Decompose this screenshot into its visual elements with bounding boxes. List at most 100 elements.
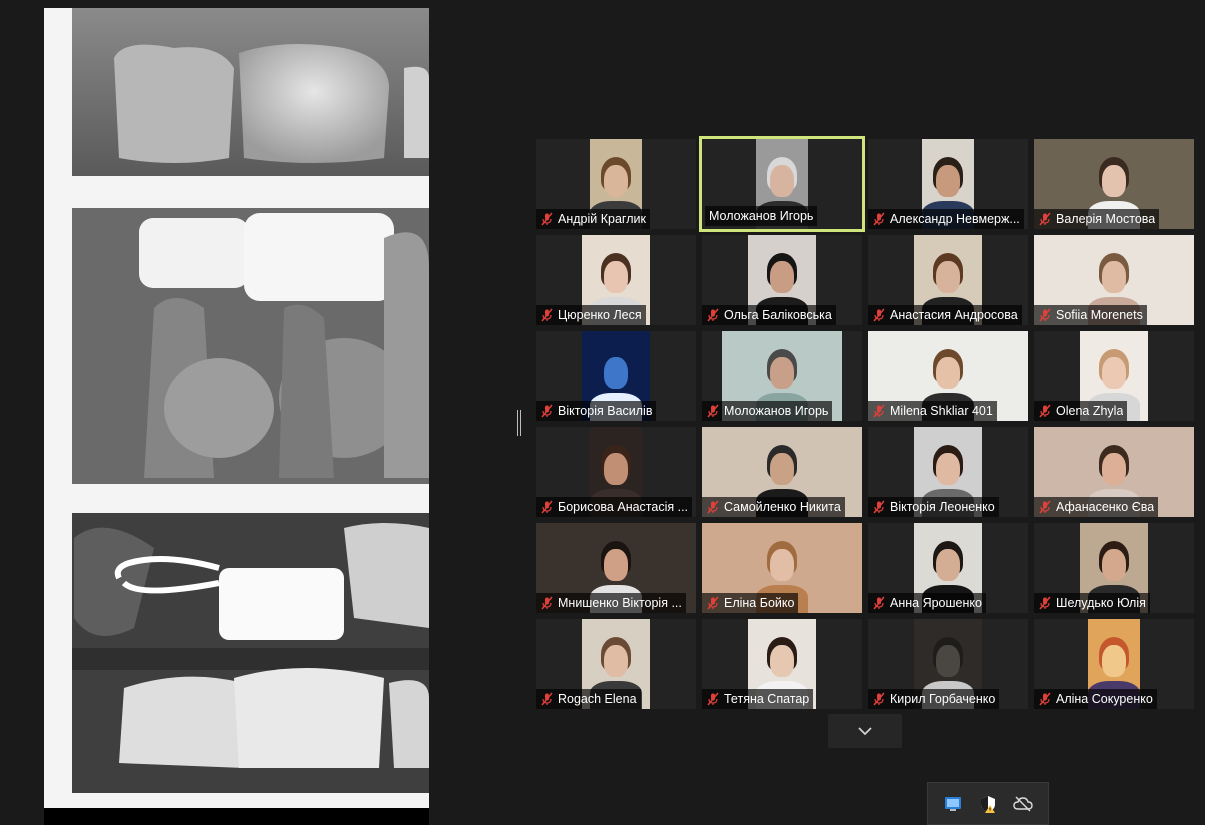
muted-microphone-icon bbox=[872, 596, 886, 610]
participant-name: Olena Zhyla bbox=[1056, 404, 1124, 418]
muted-microphone-icon bbox=[540, 692, 554, 706]
network-icon[interactable] bbox=[942, 793, 964, 815]
muted-microphone-icon bbox=[706, 692, 720, 706]
participant-tile[interactable]: Тетяна Спатар bbox=[702, 619, 862, 709]
participant-name-bar: Sofiia Morenets bbox=[1034, 305, 1147, 325]
participant-name-bar: Анастасия Андросова bbox=[868, 305, 1022, 325]
participant-name-bar: Моложанов Игорь bbox=[705, 206, 818, 226]
muted-microphone-icon bbox=[540, 500, 554, 514]
participant-name: Афанасенко Єва bbox=[1056, 500, 1155, 514]
muted-microphone-icon bbox=[872, 500, 886, 514]
dental-xray-image bbox=[44, 8, 429, 808]
participant-name-bar: Olena Zhyla bbox=[1034, 401, 1128, 421]
participant-tile[interactable]: Анастасия Андросова bbox=[868, 235, 1028, 325]
participant-tile[interactable]: Кирил Горбаченко bbox=[868, 619, 1028, 709]
participant-name: Валерія Мостова bbox=[1056, 212, 1156, 226]
muted-microphone-icon bbox=[872, 212, 886, 226]
participant-name: Вікторія Василів bbox=[558, 404, 653, 418]
participant-tile[interactable]: Шелудько Юлія bbox=[1034, 523, 1194, 613]
participant-name: Кирил Горбаченко bbox=[890, 692, 996, 706]
participant-name-bar: Андрій Краглик bbox=[536, 209, 650, 229]
participant-name-bar: Самойленко Никита bbox=[702, 497, 845, 517]
participant-tile[interactable]: Моложанов Игорь bbox=[702, 331, 862, 421]
participant-name: Еліна Бойко bbox=[724, 596, 795, 610]
participant-tile[interactable]: Афанасенко Єва bbox=[1034, 427, 1194, 517]
participant-name-bar: Цюренко Леся bbox=[536, 305, 646, 325]
participant-name-bar: Вікторія Леоненко bbox=[868, 497, 999, 517]
shared-screen-footer bbox=[44, 808, 429, 825]
participant-name-bar: Анна Ярошенко bbox=[868, 593, 986, 613]
participant-name: Rogach Elena bbox=[558, 692, 637, 706]
participant-name: Александр Невмерж... bbox=[890, 212, 1020, 226]
participant-name-bar: Аліна Сокуренко bbox=[1034, 689, 1157, 709]
muted-microphone-icon bbox=[706, 404, 720, 418]
participant-name: Самойленко Никита bbox=[724, 500, 841, 514]
participant-name: Шелудько Юлія bbox=[1056, 596, 1146, 610]
participant-name-bar: Ольга Баліковська bbox=[702, 305, 836, 325]
participant-name: Моложанов Игорь bbox=[709, 209, 814, 223]
muted-microphone-icon bbox=[706, 500, 720, 514]
muted-microphone-icon bbox=[706, 596, 720, 610]
participant-tile[interactable]: Вікторія Василів bbox=[536, 331, 696, 421]
muted-microphone-icon bbox=[1038, 212, 1052, 226]
participant-tile[interactable]: Александр Невмерж... bbox=[868, 139, 1028, 229]
participant-name-bar: Валерія Мостова bbox=[1034, 209, 1160, 229]
participant-tile[interactable]: Аліна Сокуренко bbox=[1034, 619, 1194, 709]
participant-name: Sofiia Morenets bbox=[1056, 308, 1143, 322]
muted-microphone-icon bbox=[540, 212, 554, 226]
participant-tile[interactable]: Валерія Мостова bbox=[1034, 139, 1194, 229]
muted-microphone-icon bbox=[1038, 596, 1052, 610]
resize-handle[interactable] bbox=[517, 410, 521, 436]
participant-tile[interactable]: Анна Ярошенко bbox=[868, 523, 1028, 613]
muted-microphone-icon bbox=[540, 404, 554, 418]
participant-name: Вікторія Леоненко bbox=[890, 500, 995, 514]
participant-tile[interactable]: Цюренко Леся bbox=[536, 235, 696, 325]
participant-name: Milena Shkliar 401 bbox=[890, 404, 993, 418]
muted-microphone-icon bbox=[1038, 500, 1052, 514]
participant-name-bar: Milena Shkliar 401 bbox=[868, 401, 997, 421]
muted-microphone-icon bbox=[872, 308, 886, 322]
participant-tile[interactable]: Еліна Бойко bbox=[702, 523, 862, 613]
participant-tile[interactable]: Sofiia Morenets bbox=[1034, 235, 1194, 325]
participant-tile[interactable]: Ольга Баліковська bbox=[702, 235, 862, 325]
participant-name: Моложанов Игорь bbox=[724, 404, 829, 418]
shared-screen bbox=[44, 8, 429, 825]
muted-microphone-icon bbox=[706, 308, 720, 322]
participant-tile[interactable]: Самойленко Никита bbox=[702, 427, 862, 517]
scroll-down-button[interactable] bbox=[828, 714, 902, 748]
participant-name: Тетяна Спатар bbox=[724, 692, 810, 706]
participant-tile[interactable]: Борисова Анастасія ... bbox=[536, 427, 696, 517]
participant-name-bar: Афанасенко Єва bbox=[1034, 497, 1159, 517]
participant-tile[interactable]: Milena Shkliar 401 bbox=[868, 331, 1028, 421]
participant-name-bar: Мнишенко Вікторія ... bbox=[536, 593, 686, 613]
participant-tile[interactable]: Olena Zhyla bbox=[1034, 331, 1194, 421]
participant-name-bar: Rogach Elena bbox=[536, 689, 641, 709]
cloud-offline-icon[interactable] bbox=[1012, 793, 1034, 815]
participant-name-bar: Шелудько Юлія bbox=[1034, 593, 1150, 613]
muted-microphone-icon bbox=[1038, 308, 1052, 322]
system-tray bbox=[927, 782, 1049, 825]
participant-name-bar: Вікторія Василів bbox=[536, 401, 657, 421]
muted-microphone-icon bbox=[540, 596, 554, 610]
participant-tile[interactable]: Вікторія Леоненко bbox=[868, 427, 1028, 517]
participant-name: Анна Ярошенко bbox=[890, 596, 982, 610]
participant-tile[interactable]: Андрій Краглик bbox=[536, 139, 696, 229]
participant-tile[interactable]: Моложанов Игорь bbox=[699, 136, 865, 232]
participant-name: Андрій Краглик bbox=[558, 212, 646, 226]
muted-microphone-icon bbox=[872, 404, 886, 418]
muted-microphone-icon bbox=[540, 308, 554, 322]
participant-gallery: Андрій Краглик Моложанов Игорь Александр Н… bbox=[536, 136, 1194, 709]
participant-name: Мнишенко Вікторія ... bbox=[558, 596, 682, 610]
participant-tile[interactable]: Мнишенко Вікторія ... bbox=[536, 523, 696, 613]
participant-name-bar: Александр Невмерж... bbox=[868, 209, 1024, 229]
participant-name: Аліна Сокуренко bbox=[1056, 692, 1153, 706]
participant-name-bar: Тетяна Спатар bbox=[702, 689, 814, 709]
participant-name-bar: Еліна Бойко bbox=[702, 593, 799, 613]
security-warning-icon[interactable] bbox=[977, 793, 999, 815]
participant-name-bar: Моложанов Игорь bbox=[702, 401, 833, 421]
participant-name-bar: Кирил Горбаченко bbox=[868, 689, 1000, 709]
muted-microphone-icon bbox=[872, 692, 886, 706]
participant-name-bar: Борисова Анастасія ... bbox=[536, 497, 693, 517]
participant-tile[interactable]: Rogach Elena bbox=[536, 619, 696, 709]
participant-name: Борисова Анастасія ... bbox=[558, 500, 689, 514]
